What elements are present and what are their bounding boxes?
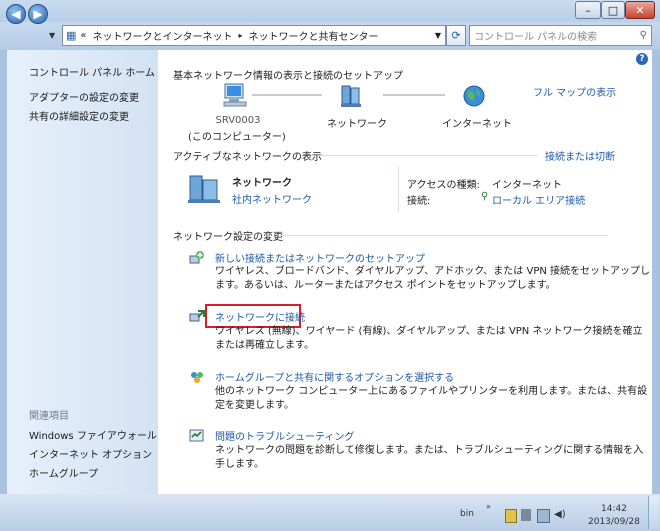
map-line-2 — [383, 94, 445, 96]
task-description: 他のネットワーク コンピューター上にあるファイルやプリンターを利用します。または… — [215, 386, 648, 397]
full-map-link[interactable]: フル マップの表示 — [533, 84, 616, 99]
connections-label: 接続: — [407, 196, 431, 207]
show-desktop-button[interactable] — [648, 496, 659, 529]
maximize-button[interactable]: □ — [601, 1, 625, 19]
tray-device-icon[interactable] — [521, 509, 531, 521]
troubleshoot-problems-link[interactable]: 問題のトラブルシューティング — [215, 428, 354, 443]
breadcrumb-overflow[interactable]: « — [80, 30, 86, 41]
clock-date[interactable]: 2013/09/28 — [588, 517, 640, 527]
change-settings-heading: ネットワーク設定の変更 — [173, 232, 283, 243]
task-description: または再確立します。 — [215, 340, 314, 351]
active-network-icon — [186, 172, 222, 204]
breadcrumb-network-sharing-center[interactable]: ネットワークと共有センター — [249, 28, 379, 43]
vertical-divider — [398, 166, 399, 212]
homegroup-link[interactable]: ホームグループ — [29, 465, 98, 480]
task-description: ワイヤレス (無線)、ワイヤード (有線)、ダイヤルアップ、または VPN ネッ… — [215, 326, 643, 337]
minimize-button[interactable]: – — [575, 1, 601, 19]
setup-connection-icon — [189, 250, 205, 266]
troubleshoot-icon — [189, 428, 205, 444]
active-network-name: ネットワーク — [232, 178, 292, 189]
refresh-icon: ⟳ — [451, 29, 461, 42]
clock-time[interactable]: 14:42 — [601, 504, 627, 514]
help-icon[interactable]: ? — [636, 53, 648, 65]
search-input[interactable]: コントロール パネルの検索 ⚲ — [469, 25, 652, 46]
search-icon: ⚲ — [639, 30, 647, 41]
breadcrumb-network-internet[interactable]: ネットワークとインターネット — [93, 28, 233, 43]
network-type-link[interactable]: 社内ネットワーク — [232, 191, 312, 206]
internet-options-link[interactable]: インターネット オプション — [29, 446, 152, 461]
homegroup-sharing-options-link[interactable]: ホームグループと共有に関するオプションを選択する — [215, 369, 454, 384]
map-network-label: ネットワーク — [327, 119, 387, 130]
computer-name: SRV0003 — [215, 115, 261, 126]
related-heading: 関連項目 — [29, 411, 69, 422]
computer-icon — [222, 82, 248, 108]
connect-to-network-link[interactable]: ネットワークに接続 — [215, 309, 305, 324]
this-computer-label: (このコンピューター) — [188, 132, 286, 143]
task-description: 手します。 — [215, 459, 264, 470]
change-adapter-settings-link[interactable]: アダプターの設定の変更 — [29, 89, 139, 104]
network-icon — [340, 84, 362, 108]
control-panel-icon: ▦ — [66, 29, 77, 42]
search-placeholder: コントロール パネルの検索 — [474, 32, 598, 43]
setup-new-connection-link[interactable]: 新しい接続またはネットワークのセットアップ — [215, 250, 425, 265]
address-bar[interactable]: ▦ « ネットワークとインターネット ▸ ネットワークと共有センター ▼ — [62, 25, 446, 46]
page-title: 基本ネットワーク情報の表示と接続のセットアップ — [173, 71, 403, 82]
connect-disconnect-link[interactable]: 接続または切断 — [545, 148, 615, 163]
back-arrow-icon[interactable]: ◀ — [6, 4, 26, 24]
access-type-value: インターネット — [492, 180, 562, 191]
task-description: ます。あるいは、ルーターまたはアクセス ポイントをセットアップします。 — [215, 280, 556, 291]
task-description: 定を変更します。 — [215, 400, 294, 411]
window-border-left — [0, 50, 7, 494]
tray-flag-icon[interactable] — [505, 509, 517, 523]
internet-globe-icon — [462, 84, 486, 108]
access-type-label: アクセスの種類: — [407, 180, 480, 191]
tray-overflow-icon[interactable]: » — [486, 502, 491, 511]
address-dropdown-icon[interactable]: ▼ — [435, 31, 441, 40]
refresh-button[interactable]: ⟳ — [446, 25, 466, 46]
taskbar-user-label: bin — [460, 509, 474, 519]
connect-network-icon — [189, 308, 205, 324]
recent-pages-chevron-icon[interactable]: ▼ — [49, 31, 55, 40]
map-line-1 — [252, 94, 322, 96]
windows-firewall-link[interactable]: Windows ファイアウォール — [29, 427, 157, 442]
active-networks-heading: アクティブなネットワークの表示 — [173, 152, 322, 163]
divider — [278, 235, 608, 236]
control-panel-home-link[interactable]: コントロール パネル ホーム — [29, 64, 155, 79]
advanced-sharing-settings-link[interactable]: 共有の詳細設定の変更 — [29, 108, 129, 123]
local-area-connection-link[interactable]: ローカル エリア接続 — [492, 192, 585, 207]
task-description: ワイヤレス、ブロードバンド、ダイヤルアップ、アドホック、または VPN 接続をセ… — [215, 266, 651, 277]
map-internet-label: インターネット — [442, 119, 512, 130]
task-description: ネットワークの問題を診断して修復します。または、トラブルシューティングに関する情… — [215, 445, 644, 456]
tray-volume-icon[interactable]: ◀) — [554, 509, 566, 520]
window-border-right — [652, 50, 660, 494]
title-bar — [0, 0, 660, 22]
breadcrumb-separator-icon[interactable]: ▸ — [239, 31, 243, 40]
close-button[interactable]: ✕ — [625, 1, 655, 19]
divider — [318, 155, 538, 156]
ethernet-icon: ⚲ — [481, 191, 489, 202]
homegroup-icon — [189, 369, 205, 385]
forward-arrow-icon[interactable]: ▶ — [28, 4, 48, 24]
tray-network-icon[interactable] — [537, 509, 550, 523]
